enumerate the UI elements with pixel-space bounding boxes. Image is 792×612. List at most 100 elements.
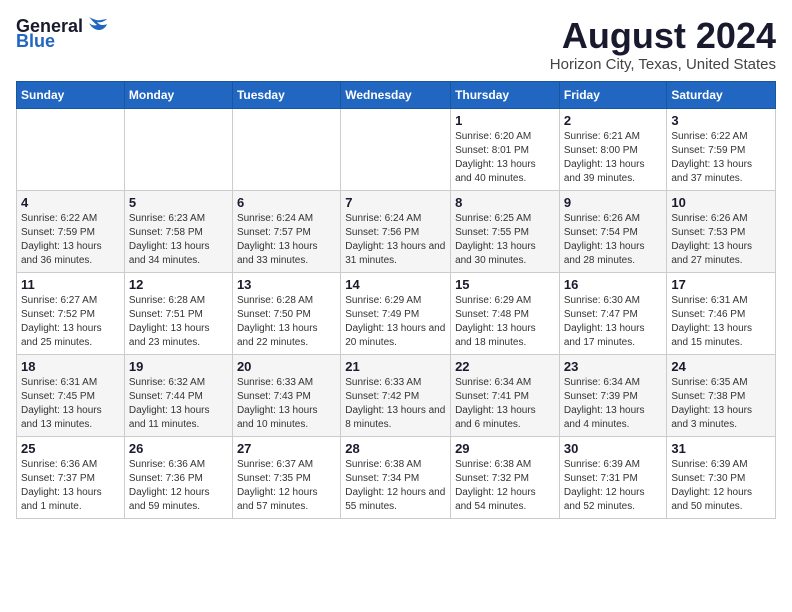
calendar-cell: 15 Sunrise: 6:29 AMSunset: 7:48 PMDayligh…	[451, 272, 560, 354]
logo-blue-text: Blue	[16, 31, 55, 52]
calendar-cell: 26 Sunrise: 6:36 AMSunset: 7:36 PMDayligh…	[124, 436, 232, 518]
header-monday: Monday	[124, 81, 232, 108]
day-number: 23	[564, 359, 663, 374]
day-number: 17	[671, 277, 771, 292]
page-header: General Blue August 2024 Horizon City, T…	[16, 16, 776, 73]
calendar-cell: 23 Sunrise: 6:34 AMSunset: 7:39 PMDayligh…	[559, 354, 667, 436]
day-number: 1	[455, 113, 555, 128]
day-info: Sunrise: 6:38 AMSunset: 7:32 PMDaylight:…	[455, 458, 555, 514]
day-info: Sunrise: 6:35 AMSunset: 7:38 PMDaylight:…	[671, 376, 771, 432]
day-info: Sunrise: 6:30 AMSunset: 7:47 PMDaylight:…	[564, 294, 663, 350]
calendar-week-row: 4 Sunrise: 6:22 AMSunset: 7:59 PMDaylight…	[17, 190, 776, 272]
calendar-cell: 30Sunrise: 6:39 AMSunset: 7:31 PMDayligh…	[559, 436, 667, 518]
calendar-cell	[17, 108, 125, 190]
calendar-week-row: 11Sunrise: 6:27 AMSunset: 7:52 PMDayligh…	[17, 272, 776, 354]
calendar-cell: 22 Sunrise: 6:34 AMSunset: 7:41 PMDayligh…	[451, 354, 560, 436]
calendar-cell: 19 Sunrise: 6:32 AMSunset: 7:44 PMDayligh…	[124, 354, 232, 436]
day-number: 2	[564, 113, 663, 128]
day-info: Sunrise: 6:27 AMSunset: 7:52 PMDaylight:…	[21, 294, 120, 350]
header-sunday: Sunday	[17, 81, 125, 108]
calendar-cell	[232, 108, 340, 190]
calendar-cell: 31Sunrise: 6:39 AMSunset: 7:30 PMDayligh…	[667, 436, 776, 518]
day-number: 20	[237, 359, 336, 374]
day-info: Sunrise: 6:31 AMSunset: 7:45 PMDaylight:…	[21, 376, 120, 432]
day-info: Sunrise: 6:34 AMSunset: 7:39 PMDaylight:…	[564, 376, 663, 432]
calendar-cell: 18 Sunrise: 6:31 AMSunset: 7:45 PMDayligh…	[17, 354, 125, 436]
day-info: Sunrise: 6:36 AMSunset: 7:37 PMDaylight:…	[21, 458, 120, 514]
day-info: Sunrise: 6:29 AMSunset: 7:48 PMDaylight:…	[455, 294, 555, 350]
location-text: Horizon City, Texas, United States	[550, 56, 776, 73]
day-number: 14	[345, 277, 446, 292]
calendar-header-row: SundayMondayTuesdayWednesdayThursdayFrid…	[17, 81, 776, 108]
calendar-cell: 27 Sunrise: 6:37 AMSunset: 7:35 PMDayligh…	[232, 436, 340, 518]
calendar-cell: 11Sunrise: 6:27 AMSunset: 7:52 PMDayligh…	[17, 272, 125, 354]
day-number: 10	[671, 195, 771, 210]
calendar-cell: 3 Sunrise: 6:22 AMSunset: 7:59 PMDaylight…	[667, 108, 776, 190]
calendar-cell: 5 Sunrise: 6:23 AMSunset: 7:58 PMDaylight…	[124, 190, 232, 272]
calendar-cell: 12Sunrise: 6:28 AMSunset: 7:51 PMDayligh…	[124, 272, 232, 354]
logo-bird-icon	[87, 17, 111, 37]
day-number: 26	[129, 441, 228, 456]
day-info: Sunrise: 6:36 AMSunset: 7:36 PMDaylight:…	[129, 458, 228, 514]
day-info: Sunrise: 6:32 AMSunset: 7:44 PMDaylight:…	[129, 376, 228, 432]
day-number: 30	[564, 441, 663, 456]
calendar-cell: 28 Sunrise: 6:38 AMSunset: 7:34 PMDayligh…	[341, 436, 451, 518]
day-number: 21	[345, 359, 446, 374]
calendar-cell: 9Sunrise: 6:26 AMSunset: 7:54 PMDaylight…	[559, 190, 667, 272]
header-thursday: Thursday	[451, 81, 560, 108]
day-number: 15	[455, 277, 555, 292]
day-number: 27	[237, 441, 336, 456]
title-section: August 2024 Horizon City, Texas, United …	[550, 16, 776, 73]
day-info: Sunrise: 6:29 AMSunset: 7:49 PMDaylight:…	[345, 294, 446, 350]
day-info: Sunrise: 6:22 AMSunset: 7:59 PMDaylight:…	[21, 212, 120, 268]
day-number: 25	[21, 441, 120, 456]
day-number: 22	[455, 359, 555, 374]
day-info: Sunrise: 6:37 AMSunset: 7:35 PMDaylight:…	[237, 458, 336, 514]
day-info: Sunrise: 6:24 AMSunset: 7:57 PMDaylight:…	[237, 212, 336, 268]
day-number: 13	[237, 277, 336, 292]
day-info: Sunrise: 6:28 AMSunset: 7:50 PMDaylight:…	[237, 294, 336, 350]
day-number: 7	[345, 195, 446, 210]
calendar-cell: 2 Sunrise: 6:21 AMSunset: 8:00 PMDaylight…	[559, 108, 667, 190]
calendar-week-row: 25 Sunrise: 6:36 AMSunset: 7:37 PMDayligh…	[17, 436, 776, 518]
calendar-cell: 13 Sunrise: 6:28 AMSunset: 7:50 PMDayligh…	[232, 272, 340, 354]
day-info: Sunrise: 6:38 AMSunset: 7:34 PMDaylight:…	[345, 458, 446, 514]
calendar-week-row: 18 Sunrise: 6:31 AMSunset: 7:45 PMDayligh…	[17, 354, 776, 436]
calendar-cell	[341, 108, 451, 190]
calendar-cell: 17Sunrise: 6:31 AMSunset: 7:46 PMDayligh…	[667, 272, 776, 354]
day-number: 3	[671, 113, 771, 128]
calendar-cell: 14 Sunrise: 6:29 AMSunset: 7:49 PMDayligh…	[341, 272, 451, 354]
day-info: Sunrise: 6:34 AMSunset: 7:41 PMDaylight:…	[455, 376, 555, 432]
calendar-cell: 25 Sunrise: 6:36 AMSunset: 7:37 PMDayligh…	[17, 436, 125, 518]
day-number: 18	[21, 359, 120, 374]
day-number: 19	[129, 359, 228, 374]
calendar-cell: 24 Sunrise: 6:35 AMSunset: 7:38 PMDayligh…	[667, 354, 776, 436]
day-number: 4	[21, 195, 120, 210]
day-info: Sunrise: 6:24 AMSunset: 7:56 PMDaylight:…	[345, 212, 446, 268]
header-tuesday: Tuesday	[232, 81, 340, 108]
calendar-cell: 21Sunrise: 6:33 AMSunset: 7:42 PMDayligh…	[341, 354, 451, 436]
day-info: Sunrise: 6:21 AMSunset: 8:00 PMDaylight:…	[564, 130, 663, 186]
day-info: Sunrise: 6:25 AMSunset: 7:55 PMDaylight:…	[455, 212, 555, 268]
day-number: 24	[671, 359, 771, 374]
day-number: 6	[237, 195, 336, 210]
day-number: 5	[129, 195, 228, 210]
day-number: 28	[345, 441, 446, 456]
calendar-cell: 1Sunrise: 6:20 AMSunset: 8:01 PMDaylight…	[451, 108, 560, 190]
header-wednesday: Wednesday	[341, 81, 451, 108]
calendar-cell: 6 Sunrise: 6:24 AMSunset: 7:57 PMDaylight…	[232, 190, 340, 272]
day-number: 29	[455, 441, 555, 456]
day-info: Sunrise: 6:23 AMSunset: 7:58 PMDaylight:…	[129, 212, 228, 268]
day-info: Sunrise: 6:26 AMSunset: 7:53 PMDaylight:…	[671, 212, 771, 268]
header-saturday: Saturday	[667, 81, 776, 108]
day-info: Sunrise: 6:22 AMSunset: 7:59 PMDaylight:…	[671, 130, 771, 186]
calendar-table: SundayMondayTuesdayWednesdayThursdayFrid…	[16, 81, 776, 519]
day-info: Sunrise: 6:28 AMSunset: 7:51 PMDaylight:…	[129, 294, 228, 350]
calendar-cell: 8Sunrise: 6:25 AMSunset: 7:55 PMDaylight…	[451, 190, 560, 272]
logo: General Blue	[16, 16, 111, 52]
calendar-cell: 7 Sunrise: 6:24 AMSunset: 7:56 PMDaylight…	[341, 190, 451, 272]
day-info: Sunrise: 6:26 AMSunset: 7:54 PMDaylight:…	[564, 212, 663, 268]
header-friday: Friday	[559, 81, 667, 108]
day-info: Sunrise: 6:33 AMSunset: 7:43 PMDaylight:…	[237, 376, 336, 432]
calendar-cell: 29 Sunrise: 6:38 AMSunset: 7:32 PMDayligh…	[451, 436, 560, 518]
